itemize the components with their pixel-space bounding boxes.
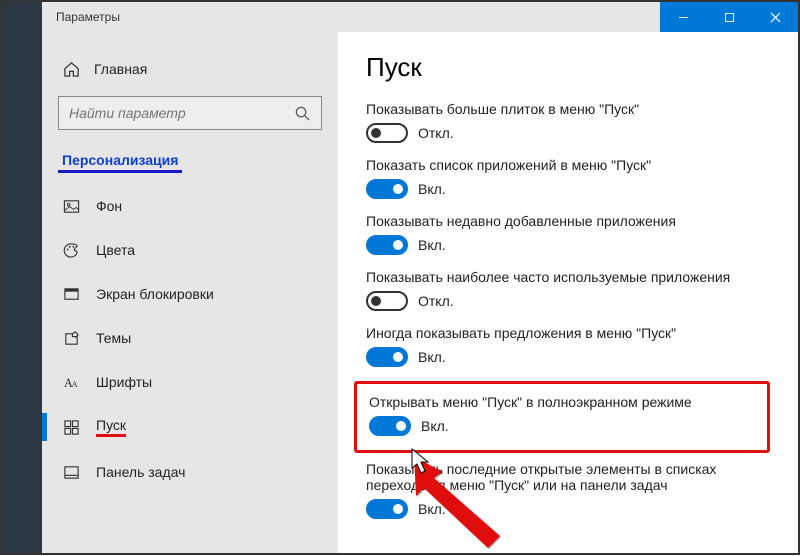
- sidebar-item-taskbar[interactable]: Панель задач: [58, 453, 322, 491]
- picture-icon: [62, 197, 80, 215]
- toggle-recently-added[interactable]: [366, 235, 408, 255]
- sidebar-item-colors[interactable]: Цвета: [58, 231, 322, 269]
- search-field[interactable]: [69, 105, 293, 121]
- setting-label: Показывать наиболее часто используемые п…: [366, 269, 770, 285]
- titlebar: Параметры: [42, 2, 798, 32]
- svg-text:A: A: [71, 379, 78, 389]
- sidebar: Главная Персонализация Фон: [42, 32, 338, 553]
- setting-label: Иногда показывать предложения в меню "Пу…: [366, 325, 770, 341]
- toggle-state: Вкл.: [421, 418, 449, 434]
- window-controls: [660, 2, 798, 32]
- setting-more-tiles: Показывать больше плиток в меню "Пуск" О…: [366, 101, 770, 143]
- setting-label: Показывать последние открытые элементы в…: [366, 461, 770, 493]
- setting-recently-added: Показывать недавно добавленные приложени…: [366, 213, 770, 255]
- sidebar-item-label: Шрифты: [96, 374, 152, 390]
- palette-icon: [62, 241, 80, 259]
- sidebar-item-lockscreen[interactable]: Экран блокировки: [58, 275, 322, 313]
- toggle-most-used[interactable]: [366, 291, 408, 311]
- setting-most-used: Показывать наиболее часто используемые п…: [366, 269, 770, 311]
- minimize-button[interactable]: [660, 2, 706, 32]
- setting-label: Показывать недавно добавленные приложени…: [366, 213, 770, 229]
- sidebar-item-start[interactable]: Пуск: [58, 407, 322, 447]
- lockscreen-icon: [62, 285, 80, 303]
- window-title: Параметры: [42, 10, 660, 24]
- toggle-state: Вкл.: [418, 501, 446, 517]
- start-icon: [62, 418, 80, 436]
- sidebar-category[interactable]: Персонализация: [58, 148, 182, 173]
- sidebar-item-label: Панель задач: [96, 464, 185, 480]
- highlight-box: Открывать меню "Пуск" в полноэкранном ре…: [354, 381, 770, 453]
- fonts-icon: AA: [62, 373, 80, 391]
- setting-label: Показывать больше плиток в меню "Пуск": [366, 101, 770, 117]
- sidebar-item-themes[interactable]: Темы: [58, 319, 322, 357]
- sidebar-item-background[interactable]: Фон: [58, 187, 322, 225]
- sidebar-item-label: Темы: [96, 330, 131, 346]
- sidebar-home-label: Главная: [94, 61, 147, 77]
- toggle-suggestions[interactable]: [366, 347, 408, 367]
- sidebar-item-label: Фон: [96, 198, 122, 214]
- toggle-state: Вкл.: [418, 237, 446, 253]
- setting-label: Открывать меню "Пуск" в полноэкранном ре…: [369, 394, 755, 410]
- sidebar-item-label: Цвета: [96, 242, 135, 258]
- setting-fullscreen-start: Открывать меню "Пуск" в полноэкранном ре…: [369, 394, 755, 436]
- home-icon: [62, 60, 80, 78]
- themes-icon: [62, 329, 80, 347]
- page-title: Пуск: [366, 52, 770, 83]
- toggle-state: Откл.: [418, 125, 454, 141]
- setting-app-list: Показать список приложений в меню "Пуск"…: [366, 157, 770, 199]
- search-icon: [293, 104, 311, 122]
- close-button[interactable]: [752, 2, 798, 32]
- sidebar-home[interactable]: Главная: [58, 54, 322, 96]
- maximize-button[interactable]: [706, 2, 752, 32]
- search-input[interactable]: [58, 96, 322, 130]
- toggle-state: Откл.: [418, 293, 454, 309]
- taskbar-icon: [62, 463, 80, 481]
- sidebar-item-label: Пуск: [96, 417, 126, 437]
- toggle-jump-lists[interactable]: [366, 499, 408, 519]
- setting-jump-lists: Показывать последние открытые элементы в…: [366, 461, 770, 519]
- toggle-fullscreen-start[interactable]: [369, 416, 411, 436]
- toggle-state: Вкл.: [418, 181, 446, 197]
- sidebar-item-label: Экран блокировки: [96, 286, 214, 302]
- toggle-app-list[interactable]: [366, 179, 408, 199]
- setting-suggestions: Иногда показывать предложения в меню "Пу…: [366, 325, 770, 367]
- toggle-state: Вкл.: [418, 349, 446, 365]
- main-panel: Пуск Показывать больше плиток в меню "Пу…: [338, 32, 798, 553]
- sidebar-item-fonts[interactable]: AA Шрифты: [58, 363, 322, 401]
- toggle-more-tiles[interactable]: [366, 123, 408, 143]
- setting-label: Показать список приложений в меню "Пуск": [366, 157, 770, 173]
